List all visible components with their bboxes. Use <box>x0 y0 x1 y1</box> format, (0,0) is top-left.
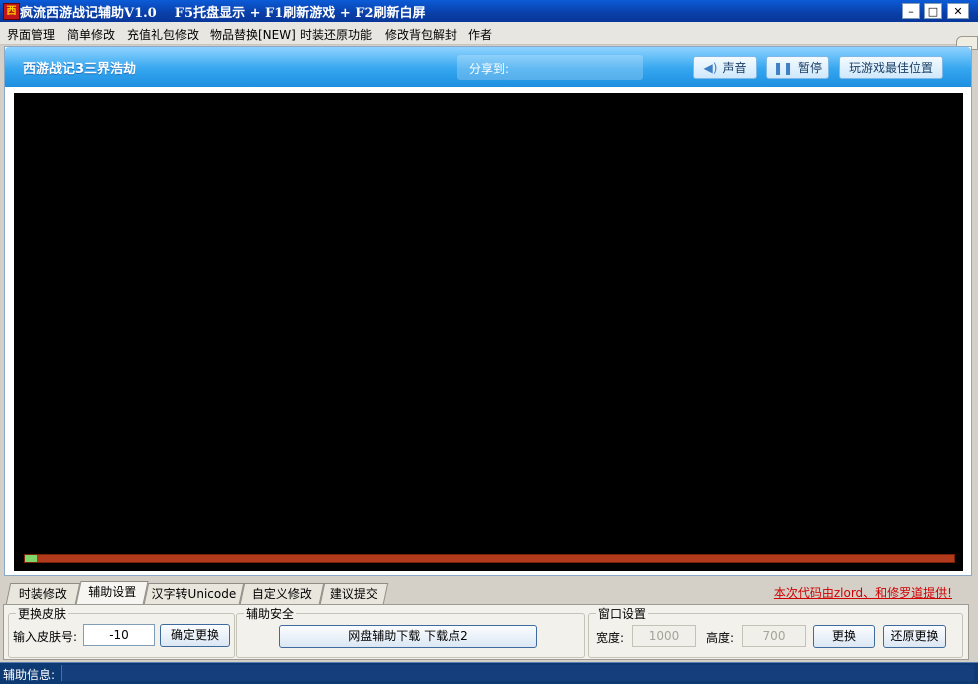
tab-outfit-edit-label: 时装修改 <box>18 587 67 601</box>
tab-assist-settings-label: 辅助设置 <box>88 585 137 599</box>
width-input[interactable]: 1000 <box>632 625 696 647</box>
menu-item-recharge-pack[interactable]: 充值礼包修改 <box>127 26 199 43</box>
menu-bar: 界面管理 简单修改 充值礼包修改 物品替换[NEW] 时装还原功能 修改背包解封… <box>0 22 978 45</box>
sound-button[interactable]: ◀) 声音 <box>693 56 757 79</box>
assist-settings-panel: 更换皮肤 输入皮肤号: -10 确定更换 辅助安全 网盘辅助下载 下载点2 窗口… <box>3 604 969 660</box>
skin-number-input[interactable]: -10 <box>83 624 155 646</box>
change-window-button[interactable]: 更换 <box>813 625 875 648</box>
window-title: 疯流西游战记辅助V1.0 F5托盘显示 + F1刷新游戏 + F2刷新白屏 <box>20 6 426 21</box>
pause-icon: ❚❚ <box>772 61 794 75</box>
sound-label: 声音 <box>722 61 747 75</box>
menu-item-ui-manage[interactable]: 界面管理 <box>7 26 55 43</box>
share-label: 分享到: <box>469 62 510 76</box>
cloud-download-button[interactable]: 网盘辅助下载 下载点2 <box>279 625 537 648</box>
load-progress-fill <box>25 555 38 562</box>
height-input[interactable]: 700 <box>742 625 806 647</box>
status-label: 辅助信息: <box>3 668 56 682</box>
tab-suggestion-label: 建议提交 <box>329 587 378 601</box>
tab-suggestion[interactable]: 建议提交 <box>319 583 389 604</box>
pause-label: 暂停 <box>798 61 823 75</box>
game-canvas[interactable] <box>14 93 963 571</box>
skin-group-title: 更换皮肤 <box>16 605 69 622</box>
tab-custom-edit[interactable]: 自定义修改 <box>239 583 325 604</box>
height-label: 高度: <box>706 631 735 645</box>
status-bar: 辅助信息: <box>0 662 978 684</box>
menu-item-author[interactable]: 作者 <box>468 26 492 43</box>
title-bar: 西 疯流西游战记辅助V1.0 F5托盘显示 + F1刷新游戏 + F2刷新白屏 … <box>0 0 978 22</box>
confirm-skin-button[interactable]: 确定更换 <box>160 624 230 647</box>
speaker-icon: ◀) <box>703 61 718 75</box>
tab-assist-settings[interactable]: 辅助设置 <box>75 581 149 605</box>
security-group-title: 辅助安全 <box>244 605 297 622</box>
best-position-button[interactable]: 玩游戏最佳位置 <box>839 56 943 79</box>
menu-item-outfit-restore[interactable]: 时装还原功能 <box>300 26 372 43</box>
skin-number-label: 输入皮肤号: <box>13 630 78 644</box>
width-label: 宽度: <box>596 631 625 645</box>
tab-custom-edit-label: 自定义修改 <box>251 587 312 601</box>
minimize-button[interactable]: – <box>902 3 920 19</box>
tab-unicode-convert[interactable]: 汉字转Unicode <box>143 583 245 604</box>
close-button[interactable]: ✕ <box>947 3 969 19</box>
window-group-title: 窗口设置 <box>596 605 649 622</box>
restore-window-button[interactable]: 还原更换 <box>883 625 946 648</box>
app-icon: 西 <box>3 3 20 20</box>
pause-button[interactable]: ❚❚ 暂停 <box>766 56 829 79</box>
credit-link[interactable]: 本次代码由zlord、和修罗道提供! <box>774 584 952 601</box>
game-header: 西游战记3三界浩劫 分享到: ◀) 声音 ❚❚ 暂停 玩游戏最佳位置 <box>5 47 971 87</box>
status-value <box>61 665 974 681</box>
tab-unicode-convert-label: 汉字转Unicode <box>151 587 237 601</box>
share-box[interactable]: 分享到: <box>457 55 643 80</box>
security-group: 辅助安全 网盘辅助下载 下载点2 <box>236 605 585 658</box>
load-progress-bar <box>24 554 955 563</box>
skin-group: 更换皮肤 输入皮肤号: -10 确定更换 <box>8 605 235 658</box>
tab-outfit-edit[interactable]: 时装修改 <box>5 583 81 604</box>
menu-item-simple-edit[interactable]: 简单修改 <box>67 26 115 43</box>
menu-item-bag-unlock[interactable]: 修改背包解封 <box>385 26 457 43</box>
menu-item-item-replace[interactable]: 物品替换[NEW] <box>210 26 296 43</box>
tab-strip: 时装修改 辅助设置 汉字转Unicode 自定义修改 建议提交 本次代码由zlo… <box>0 579 978 605</box>
game-title: 西游战记3三界浩劫 <box>23 62 137 77</box>
maximize-button[interactable]: □ <box>924 3 942 19</box>
window-group: 窗口设置 宽度: 1000 高度: 700 更换 还原更换 <box>588 605 963 658</box>
